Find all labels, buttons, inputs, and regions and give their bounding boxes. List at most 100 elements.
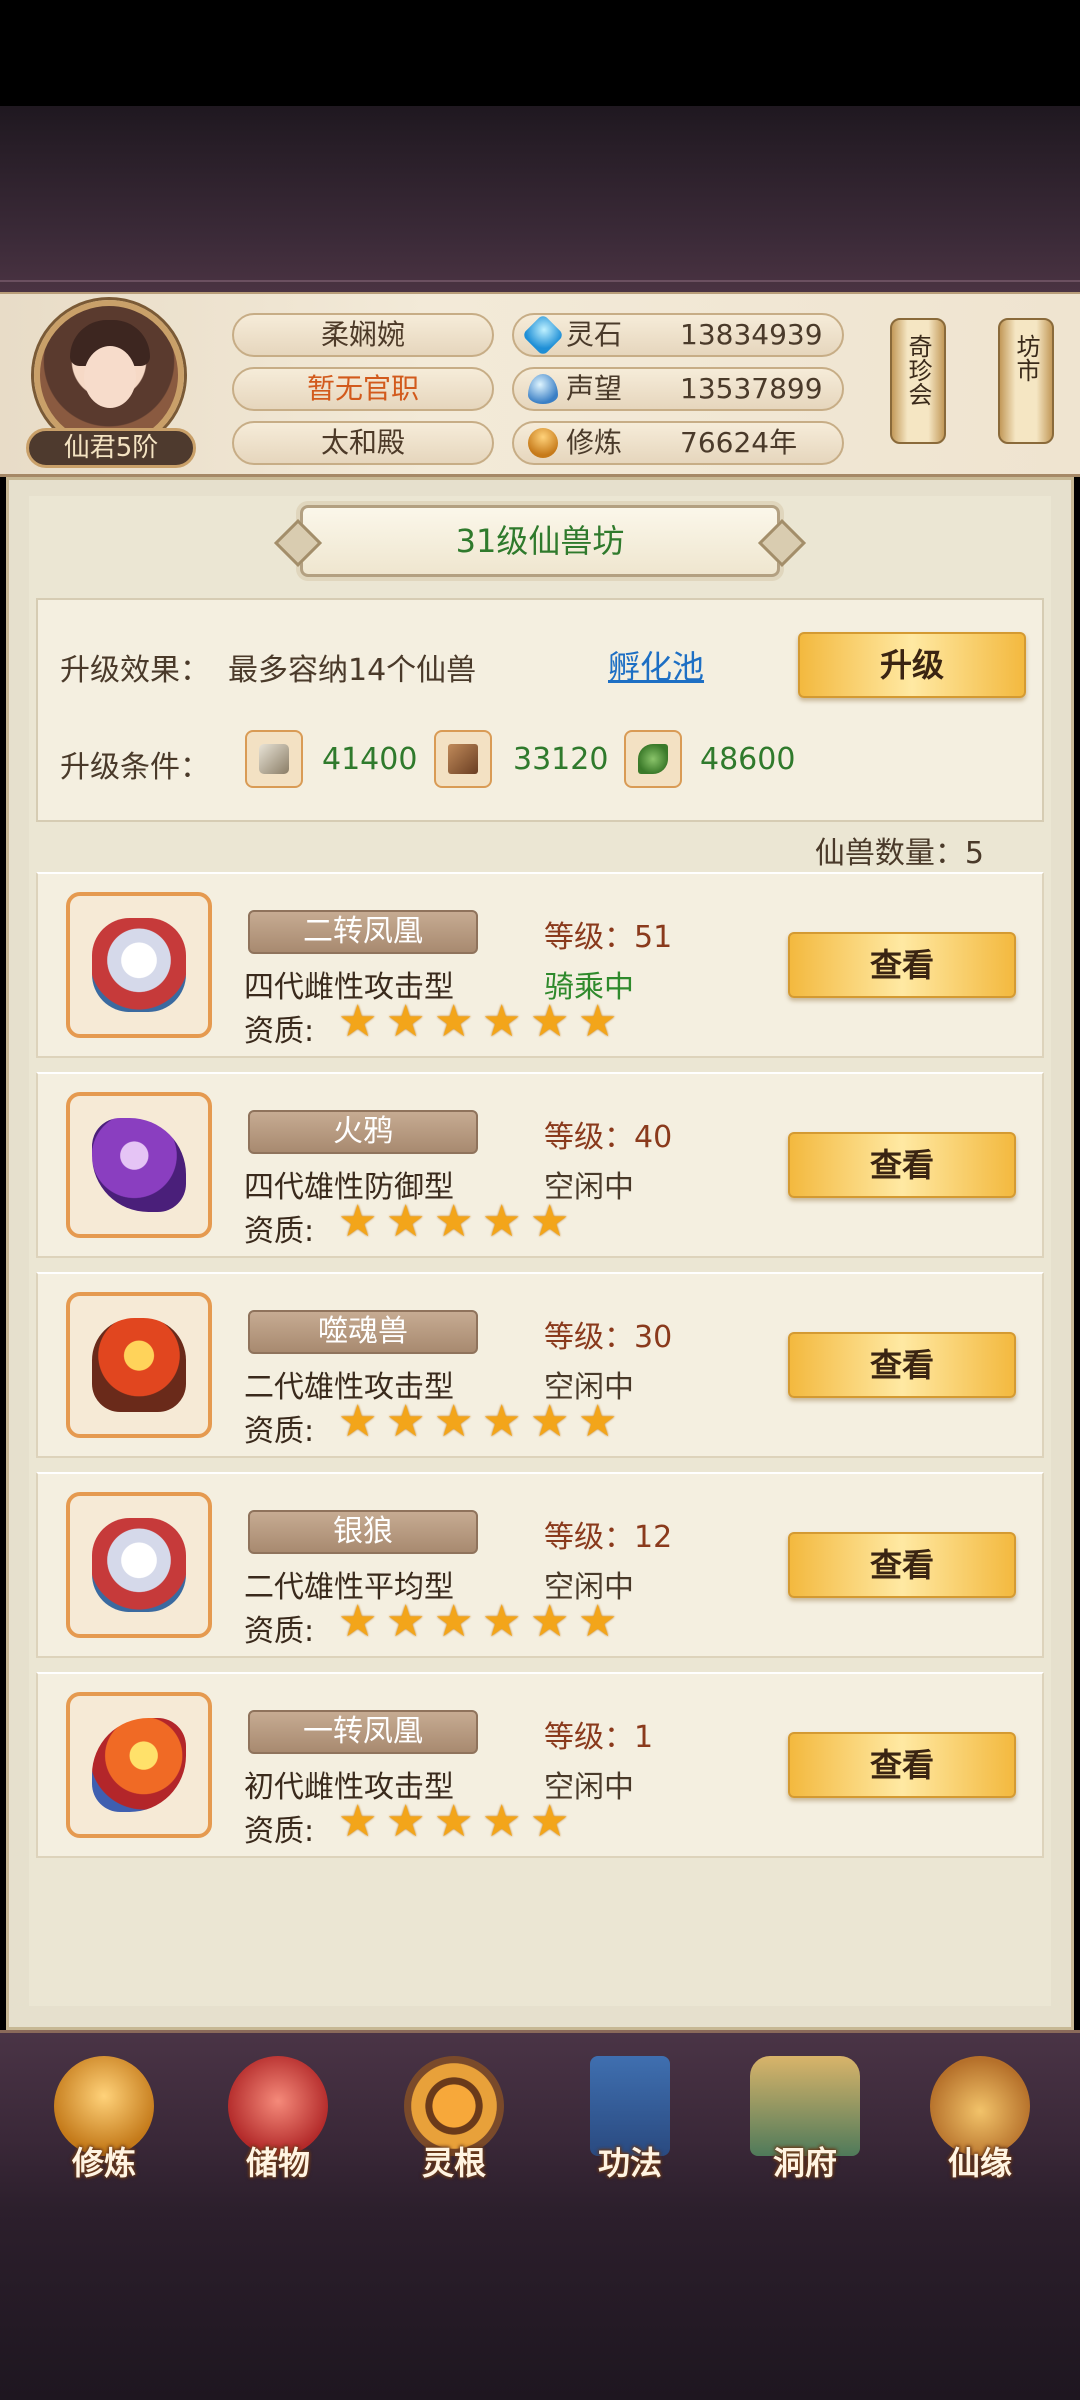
star-icon: ★ [434,1796,474,1847]
star-icon: ★ [338,996,378,1047]
view-button[interactable]: 查看 [788,1132,1016,1198]
stat-label: 声望 [566,372,623,405]
upgrade-button[interactable]: 升级 [798,632,1026,698]
star-icon: ★ [482,1796,522,1847]
star-icon: ★ [338,1596,378,1647]
beast-count: 仙兽数量：5 [814,836,984,871]
upgrade-condition-label: 升级条件： [60,750,210,785]
stat-label: 灵石 [566,318,623,351]
beast-status: 空闲中 [544,1170,634,1205]
aptitude-stars: ★ ★ ★ ★ ★ [338,1800,574,1844]
star-icon: ★ [578,1596,618,1647]
star-icon: ★ [434,1196,474,1247]
beast-row: 一转凤凰 初代雌性攻击型 资质: ★ ★ ★ ★ ★ 等级：1 空闲中 查看 [36,1672,1044,1858]
nav-label: 灵根 [421,2144,486,2182]
beast-portrait[interactable] [66,1492,212,1638]
nav-storage[interactable]: 储物 [208,2056,348,2206]
wood-icon [448,744,478,774]
view-button[interactable]: 查看 [788,1732,1016,1798]
avatar-face [84,346,136,408]
hatching-pool-link[interactable]: 孵化池 [608,642,704,688]
nav-label: 功法 [597,2144,662,2182]
page-title: 31级仙兽坊 [455,522,625,560]
nav-cave-mansion[interactable]: 洞府 [735,2056,875,2206]
upgrade-effect-label: 升级效果： [60,653,210,688]
view-button[interactable]: 查看 [788,932,1016,998]
star-icon: ★ [482,996,522,1047]
nav-immortal-fate[interactable]: 仙缘 [910,2056,1050,2206]
beast-level: 等级：40 [544,1120,673,1155]
herb-icon [638,744,668,774]
beast-portrait[interactable] [66,1692,212,1838]
star-icon: ★ [386,1596,426,1647]
market-button[interactable]: 坊市 [998,318,1054,444]
resource-herb[interactable] [624,730,682,788]
stat-prestige: 声望 13537899 [512,367,844,411]
player-official-title: 暂无官职 [232,367,494,411]
beast-portrait[interactable] [66,1092,212,1238]
star-icon: ★ [434,996,474,1047]
view-button[interactable]: 查看 [788,1532,1016,1598]
star-icon: ★ [530,996,570,1047]
beast-portrait[interactable] [66,892,212,1038]
star-icon: ★ [482,1396,522,1447]
beast-art [92,1718,186,1812]
beast-portrait[interactable] [66,1292,212,1438]
aptitude-label: 资质: [244,1814,315,1849]
stat-spirit-stone: 灵石 13834939 [512,313,844,357]
aptitude-label: 资质: [244,1214,315,1249]
beast-status: 空闲中 [544,1770,634,1805]
stat-cultivation: 修炼 76624年 [512,421,844,465]
treasure-auction-button[interactable]: 奇珍会 [890,318,946,444]
star-icon: ★ [338,1396,378,1447]
star-icon: ★ [386,1396,426,1447]
beast-name: 噬魂兽 [248,1310,478,1354]
beast-name: 二转凤凰 [248,910,478,954]
aptitude-stars: ★ ★ ★ ★ ★ ★ [338,1600,622,1644]
star-icon: ★ [386,996,426,1047]
nav-cultivate[interactable]: 修炼 [34,2056,174,2206]
beast-level: 等级：1 [544,1720,654,1755]
player-rank: 仙君5阶 [26,428,196,468]
beast-name: 银狼 [248,1510,478,1554]
beast-art [92,1118,186,1212]
beast-level: 等级：12 [544,1520,673,1555]
nav-spirit-root[interactable]: 灵根 [384,2056,524,2206]
market-label: 坊市 [1012,334,1040,382]
star-icon: ★ [386,1796,426,1847]
aptitude-stars: ★ ★ ★ ★ ★ ★ [338,1000,622,1044]
resource-wood[interactable] [434,730,492,788]
treasure-auction-label: 奇珍会 [904,334,932,406]
spirit-stone-icon [521,313,565,357]
star-icon: ★ [530,1396,570,1447]
beast-status: 空闲中 [544,1570,634,1605]
beast-row: 火鸦 四代雄性防御型 资质: ★ ★ ★ ★ ★ 等级：40 空闲中 查看 [36,1072,1044,1258]
top-decor-band [0,106,1080,292]
aptitude-stars: ★ ★ ★ ★ ★ [338,1200,574,1244]
player-hall: 太和殿 [232,421,494,465]
nav-label: 洞府 [772,2144,837,2182]
nav-label: 仙缘 [947,2144,1012,2182]
view-button[interactable]: 查看 [788,1332,1016,1398]
beast-row: 银狼 二代雄性平均型 资质: ★ ★ ★ ★ ★ ★ 等级：12 空闲中 查看 [36,1472,1044,1658]
star-icon: ★ [386,1196,426,1247]
aptitude-label: 资质: [244,1414,315,1449]
resource-wood-value: 33120 [513,742,609,777]
star-icon: ★ [530,1796,570,1847]
nav-label: 修炼 [71,2144,136,2182]
star-icon: ★ [530,1196,570,1247]
star-icon: ★ [434,1596,474,1647]
nav-skills[interactable]: 功法 [560,2056,700,2206]
beast-art [92,1518,186,1612]
upgrade-effect-text: 最多容纳14个仙兽 [228,653,477,688]
aptitude-stars: ★ ★ ★ ★ ★ ★ [338,1400,622,1444]
bottom-decor-band [0,2210,1080,2400]
aptitude-label: 资质: [244,1014,315,1049]
beast-row: 噬魂兽 二代雄性攻击型 资质: ★ ★ ★ ★ ★ ★ 等级：30 空闲中 查看 [36,1272,1044,1458]
status-bar [0,0,1080,106]
ore-icon [259,744,289,774]
resource-ore[interactable] [245,730,303,788]
star-icon: ★ [482,1596,522,1647]
nav-label: 储物 [245,2144,310,2182]
stat-label: 修炼 [566,426,623,459]
